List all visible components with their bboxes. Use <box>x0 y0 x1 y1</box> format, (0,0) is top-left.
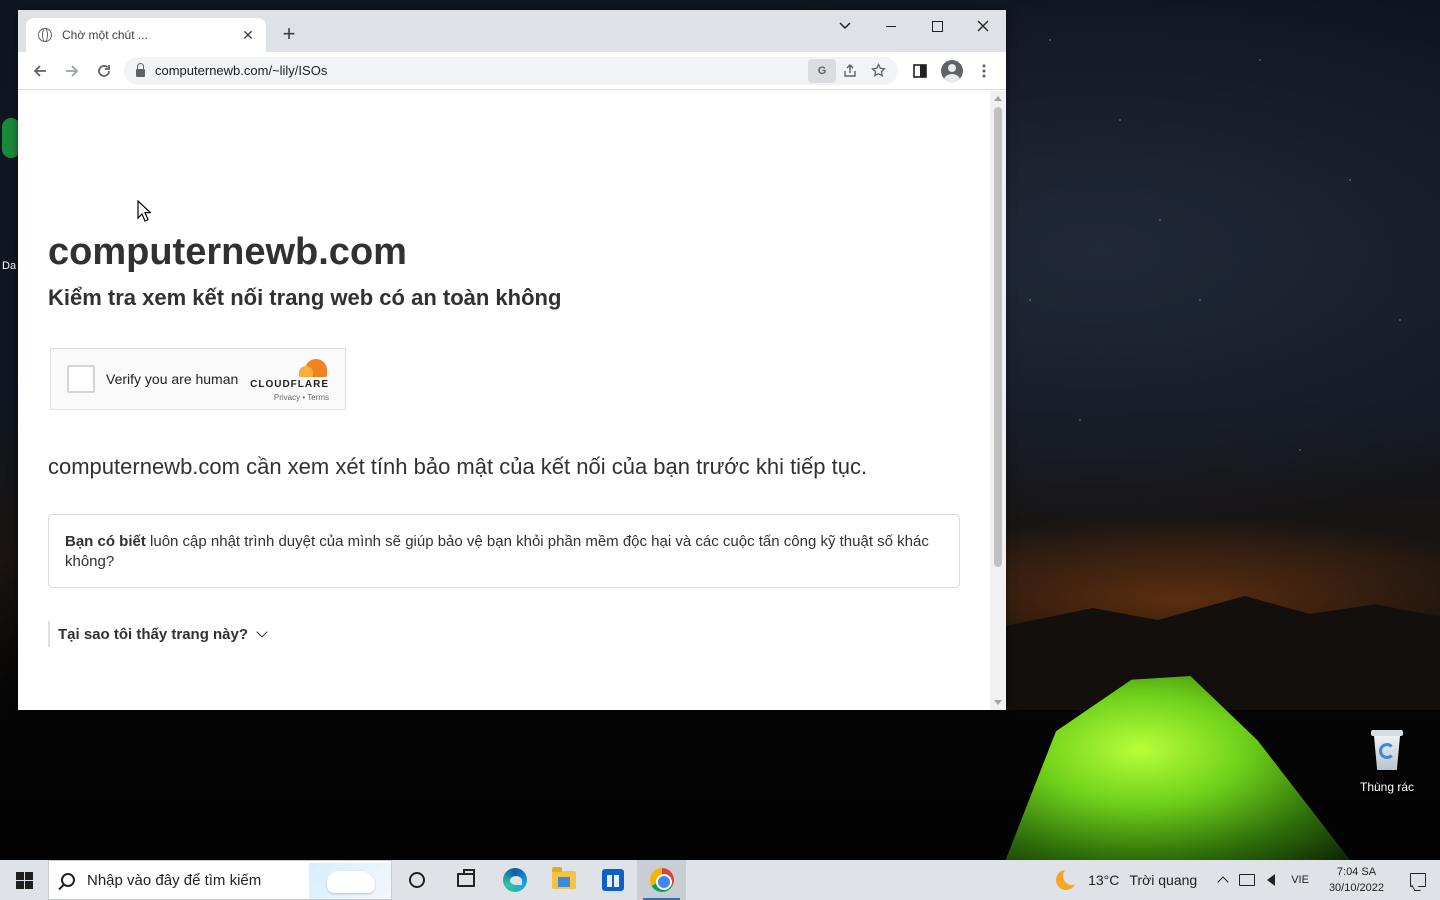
menu-button[interactable] <box>968 55 1000 87</box>
forward-button[interactable] <box>56 55 88 87</box>
more-vertical-icon <box>982 64 986 77</box>
tab-search-chevron-down-icon[interactable] <box>822 10 868 42</box>
start-button[interactable] <box>0 860 48 900</box>
chevron-up-icon <box>1217 876 1229 888</box>
store-icon <box>601 869 624 891</box>
scroll-down-arrow[interactable] <box>994 700 1002 705</box>
arrow-left-icon <box>33 64 46 77</box>
maximize-button[interactable] <box>914 10 960 42</box>
show-hidden-icons-button[interactable] <box>1211 860 1235 900</box>
page-title: computernewb.com <box>48 231 407 273</box>
window-controls <box>822 10 1006 42</box>
volume-button[interactable] <box>1259 860 1283 900</box>
did-you-know-box: Bạn có biết luôn cập nhật trình duyệt củ… <box>48 514 960 588</box>
globe-icon <box>38 28 52 42</box>
scrollbar-thumb[interactable] <box>994 107 1002 567</box>
arrow-right-icon <box>66 64 79 77</box>
did-you-know-label: Bạn có biết <box>65 533 146 550</box>
cortana-button[interactable] <box>392 860 441 900</box>
lock-icon[interactable] <box>136 62 145 77</box>
weather-widget[interactable]: 13°C Trời quang <box>1046 867 1211 890</box>
verify-label: Verify you are human <box>106 371 239 387</box>
profile-button[interactable] <box>936 55 968 87</box>
browser-toolbar: computernewb.com/~lily/ISOs G <box>18 52 1006 90</box>
bookmark-star-icon[interactable] <box>864 59 892 83</box>
address-bar[interactable]: computernewb.com/~lily/ISOs G <box>124 56 898 85</box>
why-seeing-page-label: Tại sao tôi thấy trang này? <box>58 625 249 643</box>
cloudflare-turnstile-widget: Verify you are human CLOUDFLARE Privacy … <box>50 348 346 410</box>
avatar <box>941 59 963 82</box>
clock[interactable]: 7:04 SA 30/10/2022 <box>1317 864 1396 896</box>
minimize-button[interactable] <box>868 10 914 42</box>
task-view-button[interactable] <box>441 860 490 900</box>
moon-icon <box>1056 867 1082 890</box>
cloudflare-cloud-icon <box>293 359 329 377</box>
recycle-bin-icon <box>1369 728 1405 772</box>
url-text[interactable]: computernewb.com/~lily/ISOs <box>155 63 808 78</box>
notification-center-button[interactable] <box>1396 860 1440 900</box>
share-icon[interactable] <box>836 59 864 83</box>
side-panel-button[interactable] <box>904 55 936 87</box>
task-view-icon <box>456 869 475 887</box>
reload-icon <box>98 64 110 77</box>
network-icon <box>1239 874 1256 886</box>
search-placeholder: Nhập vào đây để tìm kiếm <box>87 871 262 889</box>
back-button[interactable] <box>24 55 56 87</box>
close-window-button[interactable] <box>960 10 1006 42</box>
speaker-icon <box>1267 874 1276 886</box>
cloudflare-logo: CLOUDFLARE Privacy • Terms <box>250 359 329 402</box>
edge-icon <box>502 868 527 892</box>
browser-window: Chờ một chút ... ✕ + computernewb.com/~l… <box>18 10 1006 710</box>
new-tab-button[interactable]: + <box>276 22 302 48</box>
folder-icon <box>551 867 576 889</box>
cortana-icon <box>408 872 425 888</box>
page-content: computernewb.com Kiểm tra xem kết nối tr… <box>18 91 990 710</box>
search-highlight-image[interactable] <box>309 863 391 899</box>
cloudflare-brand: CLOUDFLARE <box>250 379 329 390</box>
why-seeing-page-toggle[interactable]: Tại sao tôi thấy trang này? <box>48 621 268 647</box>
browser-tab[interactable]: Chờ một chút ... ✕ <box>26 18 266 52</box>
page-scrollbar[interactable] <box>990 91 1006 710</box>
temperature: 13°C <box>1088 872 1120 888</box>
clock-date: 30/10/2022 <box>1328 882 1384 894</box>
tab-title: Chờ một chút ... <box>62 28 148 42</box>
recycle-bin-label: Thùng rác <box>1359 780 1415 794</box>
system-tray: 13°C Trời quang VIE 7:04 SA 30/10/2022 <box>1046 860 1440 900</box>
desktop-icon-label: Da <box>2 260 17 272</box>
chrome-button[interactable] <box>637 860 686 900</box>
network-button[interactable] <box>1235 860 1259 900</box>
tab-close-icon[interactable]: ✕ <box>240 27 256 44</box>
language-indicator[interactable]: VIE <box>1283 874 1317 886</box>
privacy-terms-links[interactable]: Privacy • Terms <box>250 393 329 402</box>
file-explorer-button[interactable] <box>539 860 588 900</box>
chrome-icon <box>649 868 674 892</box>
taskbar-search[interactable]: Nhập vào đây để tìm kiếm <box>48 860 392 900</box>
edge-button[interactable] <box>490 860 539 900</box>
verify-checkbox[interactable] <box>67 365 95 393</box>
security-description: computernewb.com cần xem xét tính bảo mậ… <box>48 454 868 479</box>
windows-logo-icon <box>15 871 33 889</box>
clock-time: 7:04 SA <box>1336 866 1377 878</box>
scroll-up-arrow[interactable] <box>994 96 1002 101</box>
notification-icon <box>1410 873 1426 887</box>
reload-button[interactable] <box>88 55 120 87</box>
store-button[interactable] <box>588 860 637 900</box>
weather-condition: Trời quang <box>1129 872 1198 888</box>
side-panel-icon <box>913 63 927 78</box>
chevron-down-icon <box>256 626 268 638</box>
recycle-bin[interactable]: Thùng rác <box>1352 728 1422 794</box>
taskbar: Nhập vào đây để tìm kiếm 13°C Trời quang… <box>0 860 1440 900</box>
page-subtitle: Kiểm tra xem kết nối trang web có an toà… <box>48 285 562 310</box>
title-bar: Chờ một chút ... ✕ + <box>18 10 1006 52</box>
search-icon <box>61 873 75 887</box>
did-you-know-text: luôn cập nhật trình duyệt của mình sẽ gi… <box>65 533 929 570</box>
translate-icon[interactable]: G <box>808 58 836 83</box>
